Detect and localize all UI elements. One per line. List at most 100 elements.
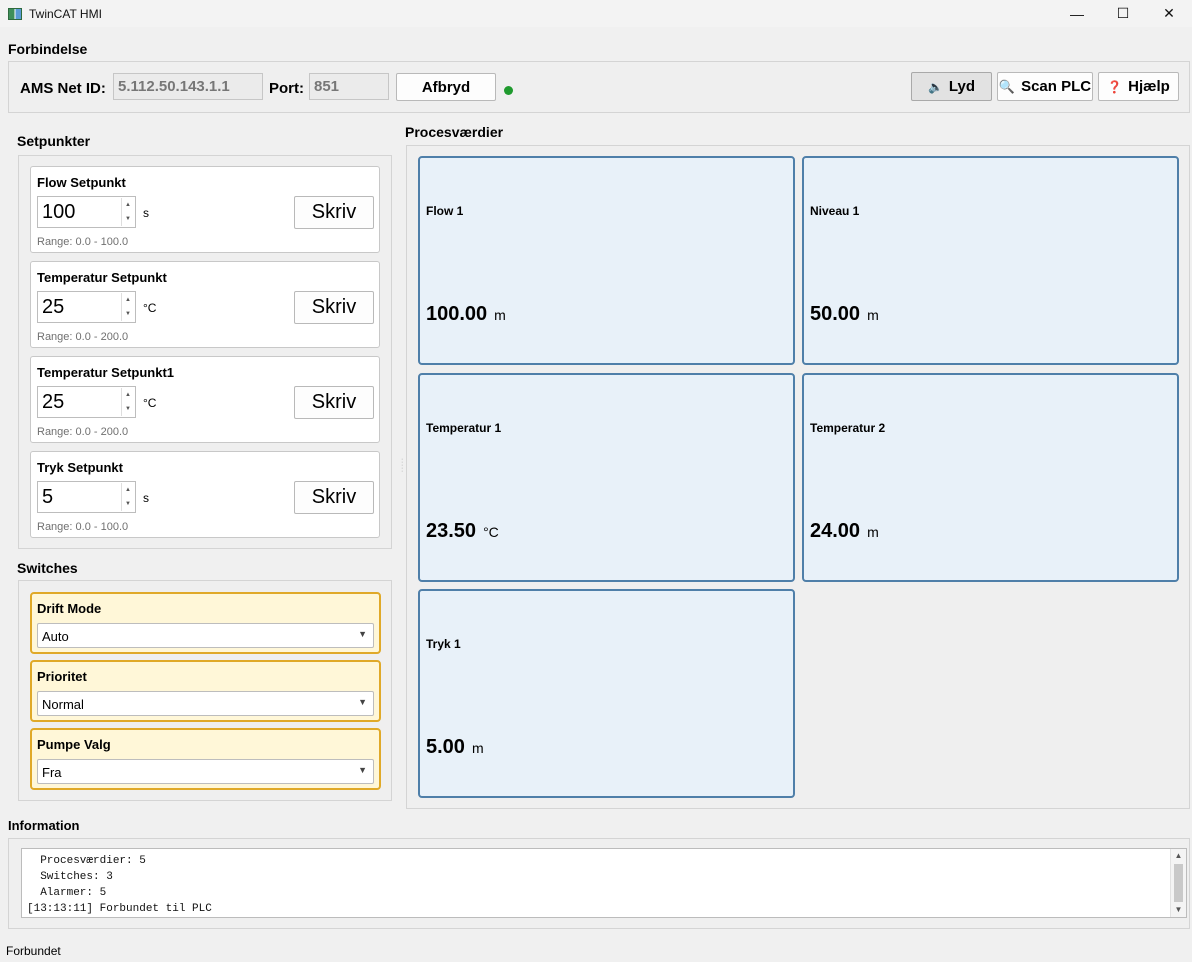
help-button[interactable]: ❓ Hjælp: [1098, 72, 1179, 101]
process-value: 100.00: [426, 303, 488, 325]
process-title: Flow 1: [426, 204, 464, 218]
setpoint-range: Range: 0.0 - 200.0: [37, 331, 129, 343]
log-scrollbar[interactable]: ▲ ▼: [1170, 849, 1186, 917]
setpoint-unit: °C: [143, 301, 157, 315]
spinbox-value: 25: [42, 391, 65, 413]
setpoint-card-flow: Flow Setpunkt 100 ▲ ▼ s Skriv Range: 0.0…: [30, 166, 380, 253]
setpoint-title: Temperatur Setpunkt1: [37, 365, 175, 380]
spin-up-icon[interactable]: ▲: [121, 483, 134, 497]
process-reading: 50.00 m: [810, 303, 879, 326]
process-card-pressure1: Tryk 1 5.00 m: [418, 589, 795, 798]
connection-group: AMS Net ID: 5.112.50.143.1.1 Port: 851 A…: [8, 61, 1190, 113]
setpoints-section-title: Setpunkter: [17, 133, 91, 149]
switches-section-title: Switches: [17, 560, 78, 576]
disconnect-button[interactable]: Afbryd: [396, 73, 496, 101]
log-line: Switches: 3: [27, 871, 113, 883]
process-card-temperature2: Temperatur 2 24.00 m: [802, 373, 1179, 582]
process-value: 24.00: [810, 520, 861, 542]
spin-down-icon[interactable]: ▼: [121, 307, 134, 321]
status-bar-text: Forbundet: [6, 944, 61, 958]
spin-down-icon[interactable]: ▼: [121, 402, 134, 416]
spin-down-icon[interactable]: ▼: [121, 497, 134, 511]
connection-section-title: Forbindelse: [8, 41, 88, 57]
write-temperature1-setpoint-button[interactable]: Skriv: [294, 386, 374, 419]
process-values-group: Flow 1 100.00 m Niveau 1 50.00 m Tempera…: [406, 145, 1190, 809]
ams-net-id-input[interactable]: 5.112.50.143.1.1: [113, 73, 263, 100]
ams-net-id-label: AMS Net ID:: [20, 80, 106, 97]
process-unit: °C: [483, 524, 499, 540]
process-card-flow1: Flow 1 100.00 m: [418, 156, 795, 365]
scan-plc-button[interactable]: 🔍 Scan PLC: [997, 72, 1093, 101]
spin-up-icon[interactable]: ▲: [121, 293, 134, 307]
help-icon: ❓: [1107, 79, 1123, 94]
information-group: Procesværdier: 5 Switches: 3 Alarmer: 5 …: [8, 838, 1190, 929]
spin-up-icon[interactable]: ▲: [121, 198, 134, 212]
splitter-handle[interactable]: · · · · ·: [401, 456, 403, 475]
setpoint-unit: s: [143, 206, 149, 220]
scrollbar-thumb[interactable]: [1174, 864, 1183, 902]
scroll-down-icon[interactable]: ▼: [1171, 903, 1186, 917]
flow-setpoint-spinbox[interactable]: 100 ▲ ▼: [37, 196, 136, 228]
scan-plc-button-label: Scan PLC: [1021, 78, 1092, 95]
setpoint-range: Range: 0.0 - 200.0: [37, 426, 129, 438]
priority-select[interactable]: Normal ▼: [37, 691, 374, 716]
write-flow-setpoint-button[interactable]: Skriv: [294, 196, 374, 229]
write-temperature-setpoint-button[interactable]: Skriv: [294, 291, 374, 324]
close-button[interactable]: ✕: [1146, 0, 1192, 27]
maximize-button[interactable]: ☐: [1100, 0, 1146, 27]
minimize-button[interactable]: —: [1054, 0, 1100, 27]
drift-mode-select[interactable]: Auto ▼: [37, 623, 374, 648]
speaker-icon: 🔈: [927, 79, 943, 94]
sound-button[interactable]: 🔈 Lyd: [911, 72, 992, 101]
setpoint-title: Tryk Setpunkt: [37, 460, 123, 475]
search-icon: 🔍: [998, 78, 1016, 94]
title-bar: TwinCAT HMI — ☐ ✕: [0, 0, 1192, 27]
write-pressure-setpoint-button[interactable]: Skriv: [294, 481, 374, 514]
setpoint-title: Temperatur Setpunkt: [37, 270, 167, 285]
process-card-temperature1: Temperatur 1 23.50 °C: [418, 373, 795, 582]
spinbox-value: 5: [42, 486, 54, 508]
setpoint-title: Flow Setpunkt: [37, 175, 126, 190]
port-input[interactable]: 851: [309, 73, 389, 100]
process-unit: m: [494, 307, 506, 323]
process-reading: 5.00 m: [426, 736, 484, 759]
process-title: Tryk 1: [426, 637, 461, 651]
window-title: TwinCAT HMI: [29, 6, 102, 21]
window-controls: — ☐ ✕: [1054, 0, 1192, 27]
spin-down-icon[interactable]: ▼: [121, 212, 134, 226]
pump-select[interactable]: Fra ▼: [37, 759, 374, 784]
write-button-label: Skriv: [311, 296, 357, 318]
temperature-setpoint-spinbox[interactable]: 25 ▲ ▼: [37, 291, 136, 323]
help-button-label: Hjælp: [1128, 78, 1170, 95]
log-line: Alarmer: 5: [27, 887, 107, 899]
chevron-down-icon: ▼: [358, 765, 367, 775]
spinbox-buttons: ▲ ▼: [121, 293, 134, 321]
process-values-section-title: Procesværdier: [405, 124, 504, 140]
select-value: Normal: [42, 697, 84, 712]
process-title: Niveau 1: [810, 204, 860, 218]
spinbox-buttons: ▲ ▼: [121, 388, 134, 416]
switch-title: Prioritet: [37, 669, 87, 684]
setpoint-card-pressure: Tryk Setpunkt 5 ▲ ▼ s Skriv Range: 0.0 -…: [30, 451, 380, 538]
setpoint-unit: s: [143, 491, 149, 505]
process-unit: m: [471, 740, 484, 756]
information-log[interactable]: Procesværdier: 5 Switches: 3 Alarmer: 5 …: [21, 848, 1187, 918]
setpoints-group: Flow Setpunkt 100 ▲ ▼ s Skriv Range: 0.0…: [18, 155, 392, 549]
setpoint-unit: °C: [143, 396, 157, 410]
process-title: Temperatur 1: [426, 421, 502, 435]
switch-card-pump-select: Pumpe Valg Fra ▼: [30, 728, 381, 790]
temperature1-setpoint-spinbox[interactable]: 25 ▲ ▼: [37, 386, 136, 418]
process-value: 50.00: [810, 303, 861, 325]
process-reading: 100.00 m: [426, 303, 506, 326]
setpoint-card-temperature1: Temperatur Setpunkt1 25 ▲ ▼ °C Skriv Ran…: [30, 356, 380, 443]
process-card-level1: Niveau 1 50.00 m: [802, 156, 1179, 365]
write-button-label: Skriv: [311, 201, 357, 223]
switches-group: Drift Mode Auto ▼ Prioritet Normal ▼ Pum…: [18, 580, 392, 801]
spinbox-buttons: ▲ ▼: [121, 198, 134, 226]
information-section-title: Information: [8, 818, 80, 833]
write-button-label: Skriv: [311, 391, 357, 413]
spinbox-value: 100: [42, 201, 76, 223]
spin-up-icon[interactable]: ▲: [121, 388, 134, 402]
pressure-setpoint-spinbox[interactable]: 5 ▲ ▼: [37, 481, 136, 513]
scroll-up-icon[interactable]: ▲: [1171, 849, 1186, 863]
